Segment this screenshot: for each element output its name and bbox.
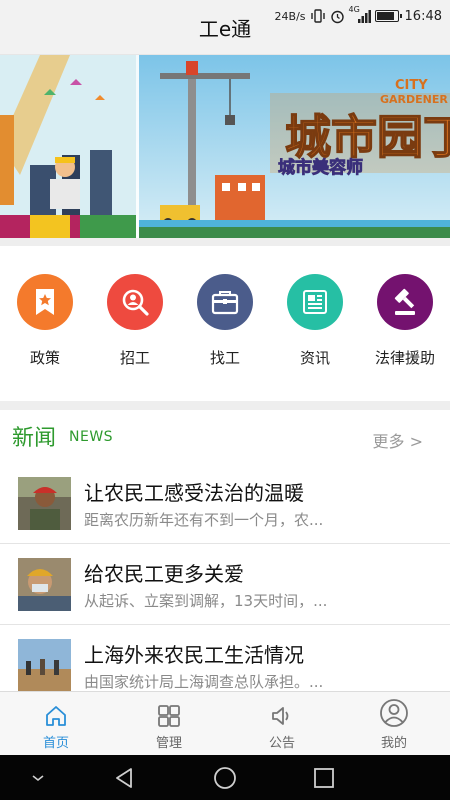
tab-label: 公告 — [268, 736, 295, 751]
category-label: 找工 — [209, 349, 240, 367]
section-divider — [0, 401, 450, 410]
network-speed: 24B/s — [274, 9, 306, 23]
tab-label: 我的 — [380, 736, 407, 751]
category-find-job[interactable]: 找工 — [190, 274, 260, 368]
grid-manage-icon — [158, 705, 180, 727]
search-person-icon — [122, 289, 149, 316]
nav-recents-button[interactable] — [311, 765, 337, 791]
bookmark-star-icon — [36, 289, 54, 315]
gavel-icon — [394, 288, 415, 315]
banner-logo-main: 城市园丁 — [285, 110, 450, 164]
title-bar: 工e通 24B/s 4G 16:48 — [0, 0, 450, 55]
news-section-subtitle: NEWS — [69, 429, 114, 445]
section-divider — [0, 238, 450, 246]
home-icon — [46, 706, 66, 726]
battery-icon — [374, 10, 402, 22]
more-news-link[interactable]: 更多 > — [373, 428, 424, 452]
banner-logo-en-top: CITY — [395, 78, 428, 93]
news-item-title: 上海外来农民工生活情况 — [84, 643, 304, 667]
back-triangle-icon — [116, 768, 132, 788]
banner-logo-sub: 城市美容师 — [278, 157, 363, 178]
news-list-item[interactable]: 给农民工更多关爱 从起诉、立案到调解，13天时间，... — [0, 544, 450, 625]
tab-label: 管理 — [155, 736, 182, 751]
news-item-title: 给农民工更多关爱 — [84, 562, 244, 586]
banner-illustration: 城市园丁 CITY GARDENER 城市美容师 — [0, 55, 450, 238]
category-icon-circle — [17, 274, 73, 330]
news-list-item[interactable]: 让农民工感受法治的温暖 距离农历新年还有不到一个月，农... — [0, 463, 450, 544]
news-item-title: 让农民工感受法治的温暖 — [84, 481, 304, 505]
status-bar: 24B/s 4G 16:48 — [274, 5, 442, 26]
tab-home[interactable]: 首页 — [0, 692, 112, 756]
news-header: 新闻 NEWS 更多 > — [0, 410, 450, 462]
user-profile-icon — [380, 699, 408, 727]
recents-square-icon — [314, 768, 334, 788]
category-icon-circle — [107, 274, 163, 330]
alarm-icon — [330, 10, 344, 23]
banner-logo-en-bottom: GARDENER — [380, 93, 448, 106]
category-label: 资讯 — [299, 349, 330, 367]
news-item-summary: 由国家统计局上海调查总队承担。... — [84, 673, 324, 691]
category-shortcuts: 政策 招工 找工 资讯 法律援助 — [0, 246, 450, 401]
bottom-tab-bar: 首页 管理 公告 我的 — [0, 691, 450, 755]
promo-banner[interactable]: 城市园丁 CITY GARDENER 城市美容师 — [0, 55, 450, 238]
news-thumbnail — [18, 477, 71, 530]
nav-home-button[interactable] — [212, 765, 238, 791]
news-list-item[interactable]: 上海外来农民工生活情况 由国家统计局上海调查总队承担。... — [0, 625, 450, 691]
category-policy[interactable]: 政策 — [10, 274, 80, 368]
tab-manage[interactable]: 管理 — [113, 692, 225, 756]
signal-icon: 4G — [349, 5, 371, 24]
system-nav-bar — [0, 755, 450, 800]
vibrate-icon — [310, 9, 325, 23]
nav-collapse-button[interactable] — [25, 765, 51, 791]
news-thumbnail — [18, 639, 71, 691]
status-time: 16:48 — [404, 8, 442, 24]
news-section-title: 新闻 — [12, 426, 57, 451]
category-label: 法律援助 — [374, 349, 435, 367]
category-label: 招工 — [119, 349, 150, 367]
news-document-icon — [303, 290, 327, 314]
tab-announcements[interactable]: 公告 — [226, 692, 338, 756]
chevron-down-icon — [32, 775, 44, 782]
news-thumbnail — [18, 558, 71, 611]
category-recruit[interactable]: 招工 — [100, 274, 170, 368]
speaker-icon — [272, 707, 289, 725]
nav-back-button[interactable] — [112, 765, 138, 791]
tab-label: 首页 — [42, 736, 69, 751]
category-icon-circle — [287, 274, 343, 330]
tab-profile[interactable]: 我的 — [338, 692, 450, 756]
briefcase-icon — [211, 291, 239, 315]
category-legal-aid[interactable]: 法律援助 — [370, 274, 440, 368]
category-icon-circle — [197, 274, 253, 330]
news-item-summary: 距离农历新年还有不到一个月，农... — [84, 511, 324, 529]
category-news-info[interactable]: 资讯 — [280, 274, 350, 368]
news-item-summary: 从起诉、立案到调解，13天时间，... — [84, 592, 328, 610]
category-label: 政策 — [29, 349, 60, 367]
category-icon-circle — [377, 274, 433, 330]
home-circle-icon — [214, 767, 236, 789]
battery-level-fill — [376, 12, 394, 20]
